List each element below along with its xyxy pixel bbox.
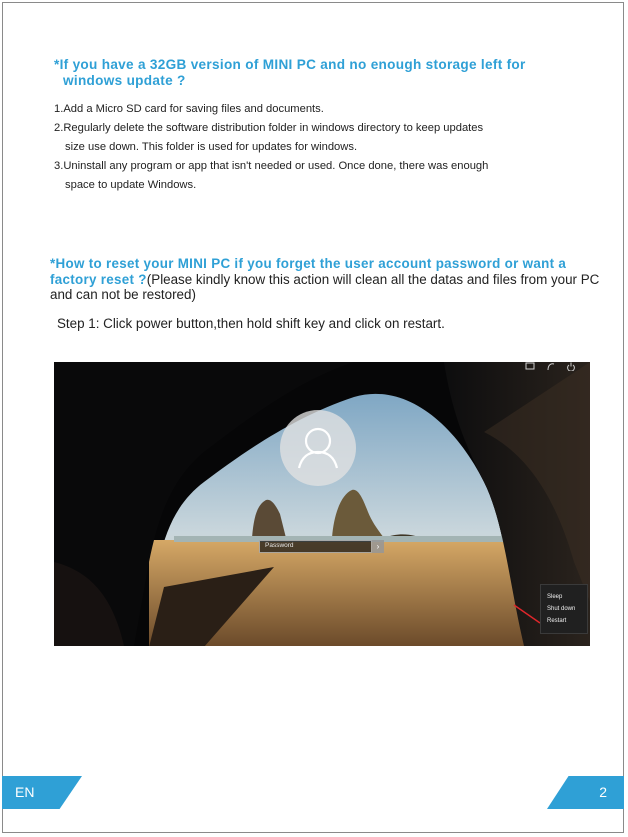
step1-text: Step 1: Click power button,then hold shi… [57,316,445,331]
language-label: EN [15,784,35,800]
list-item: 3.Uninstall any program or app that isn'… [54,160,489,172]
user-avatar[interactable] [280,410,356,486]
list-item-continuation: space to update Windows. [65,179,197,191]
section1-heading-line1: *If you have a 32GB version of MINI PC a… [54,57,526,72]
password-placeholder: Password [265,542,294,549]
storage-tips-list: 1.Add a Micro SD card for saving files a… [54,100,599,195]
power-menu: Sleep Shut down Restart [540,584,588,634]
cave-background [54,362,590,646]
password-field[interactable]: Password [259,540,372,553]
power-menu-restart[interactable]: Restart [547,618,566,624]
power-icon[interactable] [566,362,576,371]
power-menu-sleep[interactable]: Sleep [547,594,562,600]
power-menu-shut-down[interactable]: Shut down [547,606,575,612]
section2-heading: *How to reset your MINI PC if you forget… [50,256,610,303]
page-number: 2 [599,784,607,800]
accessibility-icon[interactable] [546,362,556,371]
password-submit-button[interactable]: › [372,540,384,553]
list-item: 2.Regularly delete the software distribu… [54,122,484,134]
list-item-continuation: size use down. This folder is used for u… [65,141,358,153]
list-item: 1.Add a Micro SD card for saving files a… [54,103,324,115]
windows-login-screenshot: Password › Sleep Shut down Restart [54,362,590,646]
section1-heading-line2: windows update ? [63,73,186,88]
user-avatar-icon [297,427,339,469]
section1-heading: *If you have a 32GB version of MINI PC a… [54,57,594,89]
network-icon[interactable] [525,362,535,371]
